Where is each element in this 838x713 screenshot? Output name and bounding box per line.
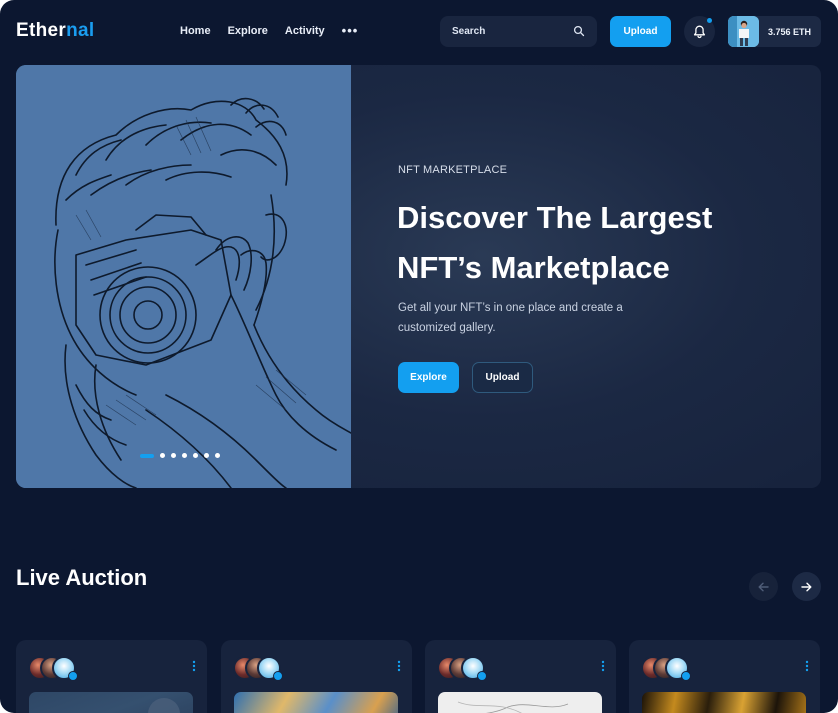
- hero-description: Get all your NFT’s in one place and crea…: [398, 302, 623, 334]
- live-auction-title: Live Auction: [16, 565, 148, 590]
- card-avatars: [28, 656, 88, 681]
- nav-more-icon[interactable]: •••: [342, 24, 359, 37]
- nav-home[interactable]: Home: [180, 25, 211, 37]
- more-vertical-icon[interactable]: [601, 660, 605, 672]
- verified-icon: [681, 671, 691, 681]
- hero-title: Discover The Largest NFT’s Marketplace: [397, 200, 713, 285]
- carousel-dot-6[interactable]: [204, 453, 209, 458]
- auction-card[interactable]: [221, 640, 412, 713]
- nav-explore[interactable]: Explore: [228, 25, 268, 37]
- card-image[interactable]: [29, 692, 193, 713]
- carousel-dot-1[interactable]: [140, 453, 154, 458]
- main-nav: Home Explore Activity •••: [180, 24, 359, 37]
- notification-dot: [707, 18, 712, 23]
- notifications-button[interactable]: [684, 16, 715, 47]
- verified-icon: [68, 671, 78, 681]
- search-icon[interactable]: [573, 25, 585, 37]
- hero-upload-button[interactable]: Upload: [472, 362, 533, 393]
- search-box[interactable]: [440, 16, 597, 47]
- carousel-dot-5[interactable]: [193, 453, 198, 458]
- logo[interactable]: Ethernal: [16, 20, 94, 42]
- app-window: Ethernal Home Explore Activity ••• Uploa…: [0, 0, 838, 713]
- avatar: [728, 16, 759, 47]
- bell-icon: [693, 25, 706, 38]
- carousel-dot-4[interactable]: [182, 453, 187, 458]
- more-vertical-icon[interactable]: [192, 660, 196, 672]
- header-upload-button[interactable]: Upload: [610, 16, 671, 47]
- card-image[interactable]: [438, 692, 602, 713]
- card-avatars: [233, 656, 293, 681]
- arrow-right-icon: [801, 582, 812, 591]
- hero-illustration: [16, 65, 352, 488]
- verified-icon: [273, 671, 283, 681]
- carousel-dot-3[interactable]: [171, 453, 176, 458]
- verified-icon: [477, 671, 487, 681]
- auction-card[interactable]: [16, 640, 207, 713]
- carousel-dot-7[interactable]: [215, 453, 220, 458]
- hero-banner: NFT MARKETPLACE Discover The Largest NFT…: [16, 65, 821, 488]
- explore-button[interactable]: Explore: [398, 362, 459, 393]
- carousel-next-button[interactable]: [792, 572, 821, 601]
- more-vertical-icon[interactable]: [805, 660, 809, 672]
- card-image[interactable]: [234, 692, 398, 713]
- auction-card[interactable]: [629, 640, 820, 713]
- wallet-button[interactable]: 3.756 ETH: [728, 16, 821, 47]
- carousel-dots: [140, 453, 220, 458]
- more-vertical-icon[interactable]: [397, 660, 401, 672]
- auction-card[interactable]: [425, 640, 616, 713]
- card-avatars: [437, 656, 497, 681]
- card-image[interactable]: [642, 692, 806, 713]
- carousel-dot-2[interactable]: [160, 453, 165, 458]
- card-avatars: [641, 656, 701, 681]
- carousel-prev-button[interactable]: [749, 572, 778, 601]
- nav-activity[interactable]: Activity: [285, 25, 325, 37]
- logo-text-accent: nal: [66, 20, 95, 41]
- hero-eyebrow: NFT MARKETPLACE: [398, 164, 508, 176]
- arrow-left-icon: [758, 582, 769, 591]
- logo-text-main: Ether: [16, 20, 67, 41]
- search-input[interactable]: [452, 26, 562, 37]
- wallet-balance: 3.756 ETH: [768, 26, 812, 37]
